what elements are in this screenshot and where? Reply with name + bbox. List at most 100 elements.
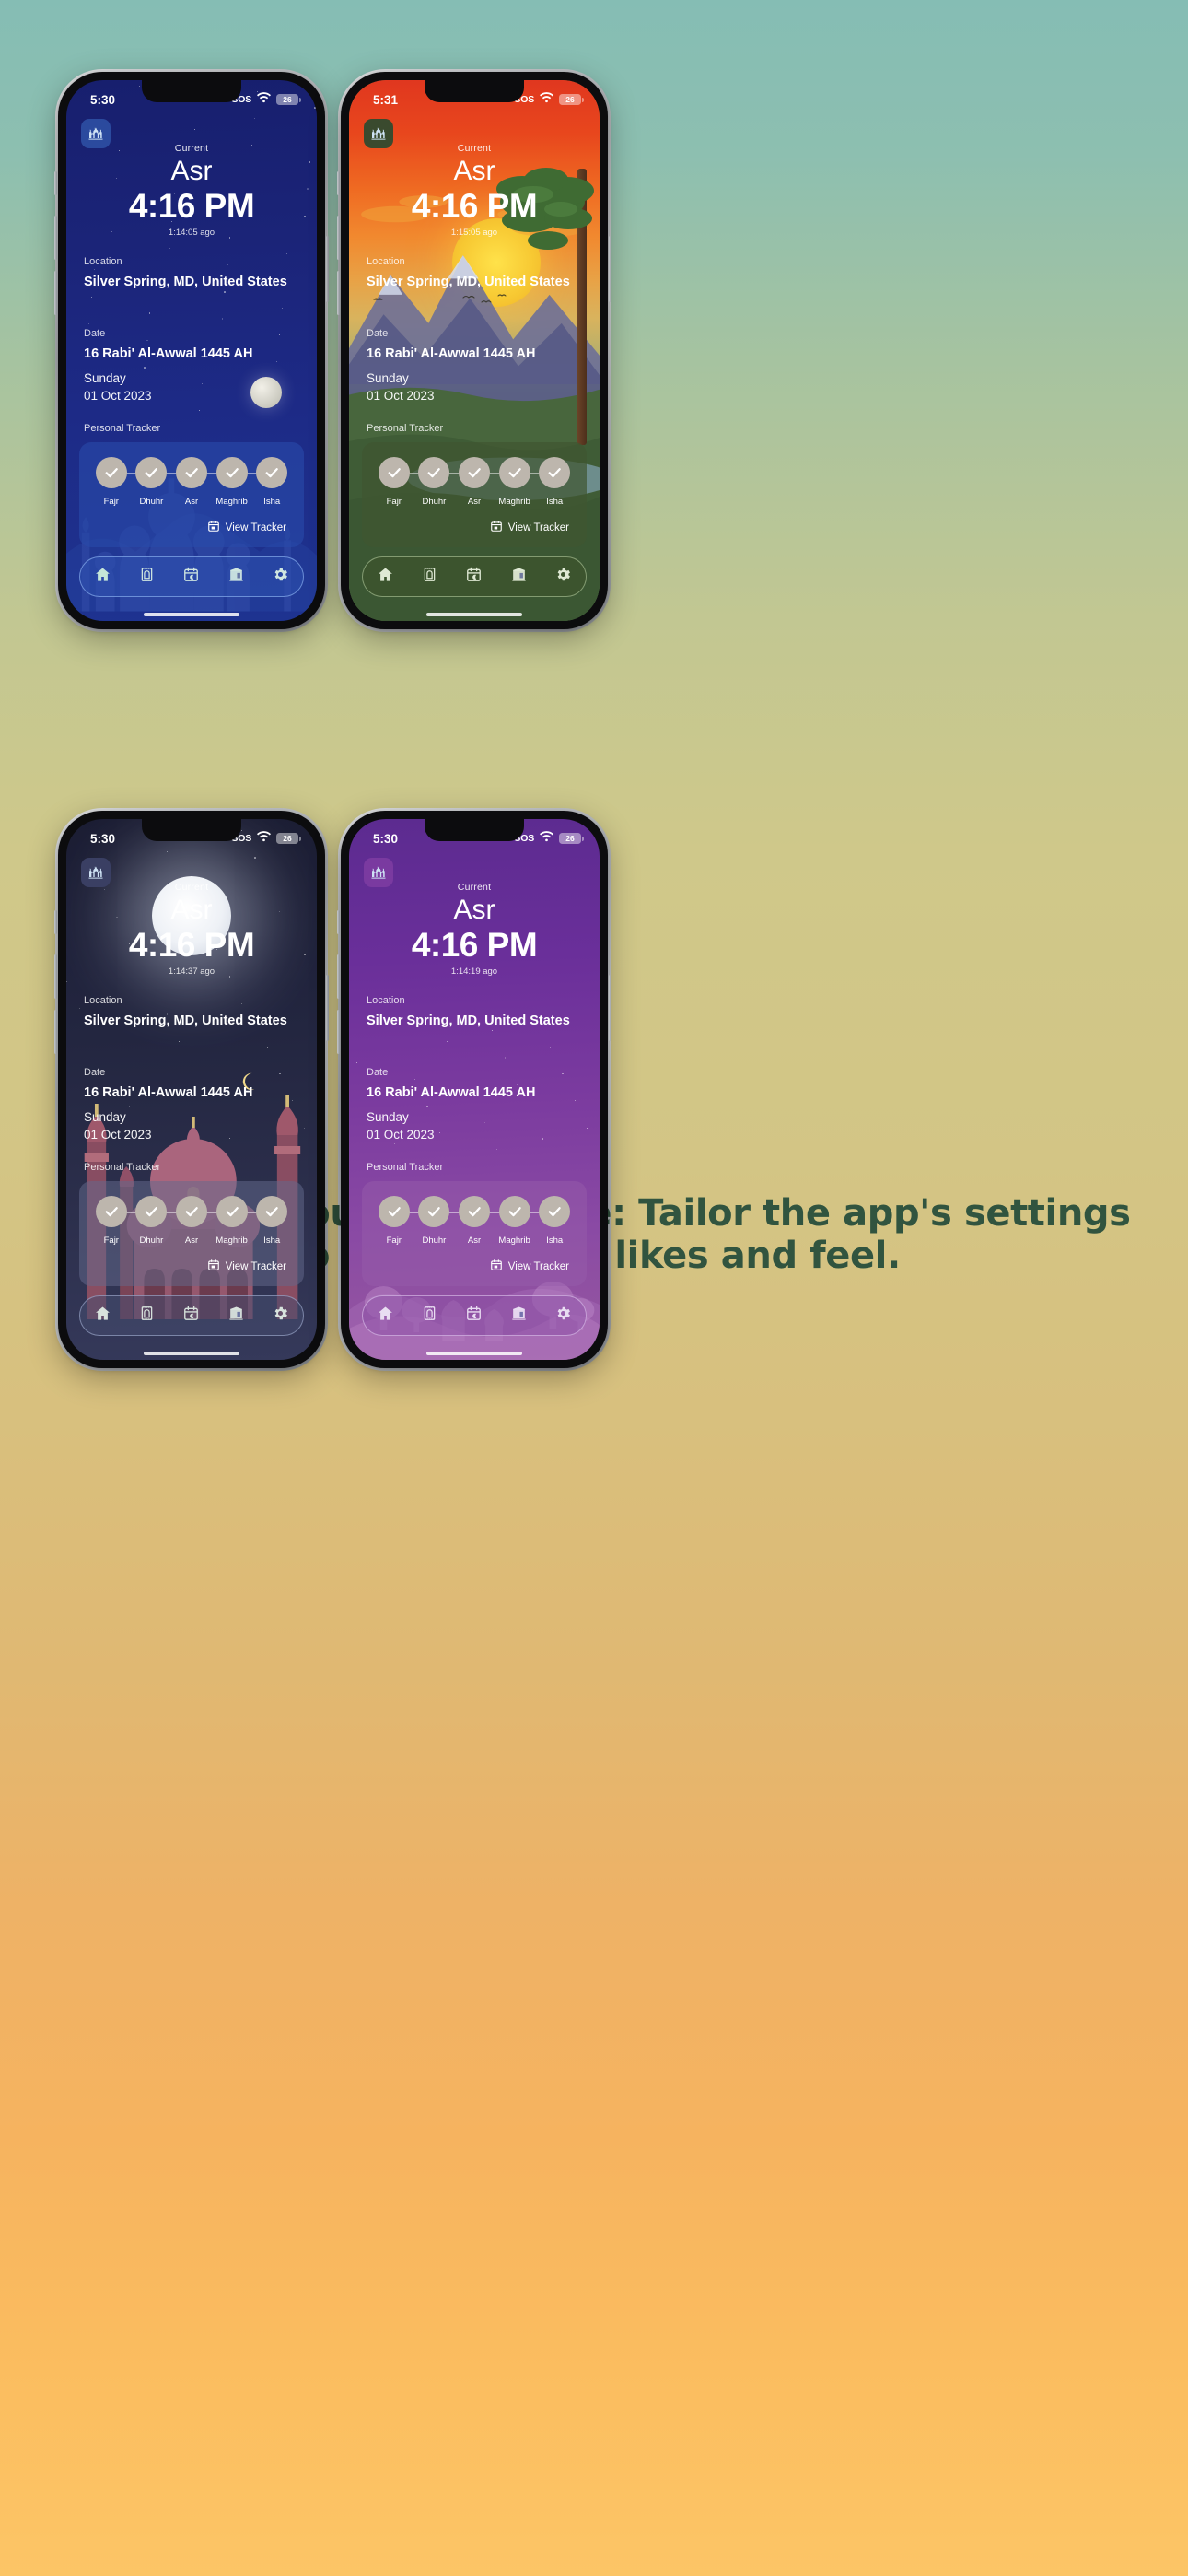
nav-settings[interactable] (272, 1305, 289, 1327)
nav-qibla[interactable] (510, 1305, 528, 1327)
home-indicator[interactable] (144, 1352, 239, 1355)
prayer-tracker-item[interactable]: Asr (171, 1196, 212, 1246)
nav-calendar[interactable] (465, 566, 483, 588)
nav-settings[interactable] (554, 566, 572, 588)
nav-prayer[interactable] (421, 566, 438, 588)
prayer-status-dot[interactable] (95, 1196, 127, 1228)
nav-calendar[interactable] (182, 1305, 200, 1327)
prayer-tracker-item[interactable]: Asr (171, 457, 212, 507)
prayer-tracker-item[interactable]: Dhuhr (132, 457, 172, 507)
volume-down-button[interactable] (54, 1010, 57, 1054)
app-icon[interactable] (364, 119, 393, 148)
nav-prayer[interactable] (138, 566, 156, 588)
volume-up-button[interactable] (54, 954, 57, 999)
power-button[interactable] (326, 975, 329, 1041)
silent-switch[interactable] (337, 171, 340, 195)
app-icon[interactable] (81, 119, 111, 148)
nav-home[interactable] (377, 566, 394, 588)
prayer-status-dot[interactable] (256, 1196, 288, 1228)
nav-prayer[interactable] (138, 1305, 156, 1327)
prayer-status-dot[interactable] (539, 1196, 571, 1228)
prayer-tracker-item[interactable]: Fajr (374, 457, 414, 507)
personal-tracker-card[interactable]: Fajr Dhuhr Asr Maghrib Isha View Tracker (79, 1181, 304, 1287)
hijri-date-value: 16 Rabi' Al-Awwal 1445 AH (367, 345, 536, 361)
volume-down-button[interactable] (337, 1010, 340, 1054)
home-indicator[interactable] (426, 1352, 522, 1355)
prayer-tracker-item[interactable]: Maghrib (495, 1196, 535, 1246)
prayer-tracker-item[interactable]: Isha (251, 457, 292, 507)
weekday-value: Sunday (367, 370, 409, 385)
prayer-tracker-item[interactable]: Maghrib (212, 1196, 252, 1246)
power-button[interactable] (609, 975, 611, 1041)
prayer-tracker-item[interactable]: Fajr (91, 457, 132, 507)
volume-up-button[interactable] (337, 216, 340, 260)
nav-calendar[interactable] (465, 1305, 483, 1327)
prayer-tracker-item[interactable]: Maghrib (212, 457, 252, 507)
prayer-status-dot[interactable] (135, 457, 168, 489)
prayer-name-label: Dhuhr (139, 497, 164, 508)
nav-settings[interactable] (554, 1305, 572, 1327)
view-tracker-button[interactable]: View Tracker (374, 1246, 575, 1276)
nav-qibla[interactable] (227, 1305, 245, 1327)
personal-tracker-card[interactable]: Fajr Dhuhr Asr Maghrib Isha View Tracker (362, 442, 587, 548)
prayer-tracker-item[interactable]: Dhuhr (414, 1196, 455, 1246)
prayer-status-dot[interactable] (458, 1196, 490, 1228)
volume-down-button[interactable] (337, 271, 340, 315)
personal-tracker-card[interactable]: Fajr Dhuhr Asr Maghrib Isha View Tracker (362, 1181, 587, 1287)
nav-prayer[interactable] (421, 1305, 438, 1327)
app-icon[interactable] (81, 858, 111, 887)
nav-home[interactable] (94, 1305, 111, 1327)
nav-settings[interactable] (272, 566, 289, 588)
location-label: Location (367, 994, 405, 1006)
prayer-status-dot[interactable] (175, 457, 207, 489)
prayer-tracker-item[interactable]: Fajr (91, 1196, 132, 1246)
prayer-status-dot[interactable] (256, 457, 288, 489)
prayer-status-dot[interactable] (418, 457, 450, 489)
prayer-status-dot[interactable] (498, 1196, 530, 1228)
prayer-status-dot[interactable] (539, 457, 571, 489)
prayer-tracker-item[interactable]: Asr (454, 1196, 495, 1246)
view-tracker-button[interactable]: View Tracker (374, 507, 575, 537)
prayer-status-dot[interactable] (458, 457, 490, 489)
prayer-status-dot[interactable] (95, 457, 127, 489)
personal-tracker-card[interactable]: Fajr Dhuhr Asr Maghrib Isha View Tracker (79, 442, 304, 548)
nav-home[interactable] (94, 566, 111, 588)
prayer-status-dot[interactable] (175, 1196, 207, 1228)
prayer-tracker-item[interactable]: Isha (534, 457, 575, 507)
view-tracker-label: View Tracker (507, 521, 569, 533)
prayer-tracker-item[interactable]: Dhuhr (132, 1196, 172, 1246)
volume-up-button[interactable] (337, 954, 340, 999)
prayer-status-dot[interactable] (215, 457, 248, 489)
prayer-status-dot[interactable] (378, 457, 410, 489)
nav-qibla[interactable] (510, 566, 528, 588)
prayer-tracker-item[interactable]: Dhuhr (414, 457, 455, 507)
nav-calendar[interactable] (182, 566, 200, 588)
silent-switch[interactable] (54, 910, 57, 934)
volume-down-button[interactable] (54, 271, 57, 315)
app-icon[interactable] (364, 858, 393, 887)
prayer-tracker-item[interactable]: Fajr (374, 1196, 414, 1246)
view-tracker-button[interactable]: View Tracker (91, 1246, 292, 1276)
prayer-tracker-item[interactable]: Maghrib (495, 457, 535, 507)
silent-switch[interactable] (337, 910, 340, 934)
date-section: Date 16 Rabi' Al-Awwal 1445 AH Sunday 01… (66, 1067, 317, 1143)
volume-up-button[interactable] (54, 216, 57, 260)
current-prayer-time: 4:16 PM (128, 926, 255, 965)
home-indicator[interactable] (144, 613, 239, 616)
nav-qibla[interactable] (227, 566, 245, 588)
prayer-tracker-item[interactable]: Asr (454, 457, 495, 507)
power-button[interactable] (326, 236, 329, 302)
prayer-status-dot[interactable] (378, 1196, 410, 1228)
prayer-status-dot[interactable] (418, 1196, 450, 1228)
prayer-status-dot[interactable] (135, 1196, 168, 1228)
prayer-status-dot[interactable] (215, 1196, 248, 1228)
prayer-tracker-item[interactable]: Isha (534, 1196, 575, 1246)
prayer-tracker-item[interactable]: Isha (251, 1196, 292, 1246)
home-indicator[interactable] (426, 613, 522, 616)
prayer-status-dot[interactable] (498, 457, 530, 489)
nav-home[interactable] (377, 1305, 394, 1327)
silent-switch[interactable] (54, 171, 57, 195)
view-tracker-button[interactable]: View Tracker (91, 507, 292, 537)
notch (142, 80, 241, 102)
power-button[interactable] (609, 236, 611, 302)
